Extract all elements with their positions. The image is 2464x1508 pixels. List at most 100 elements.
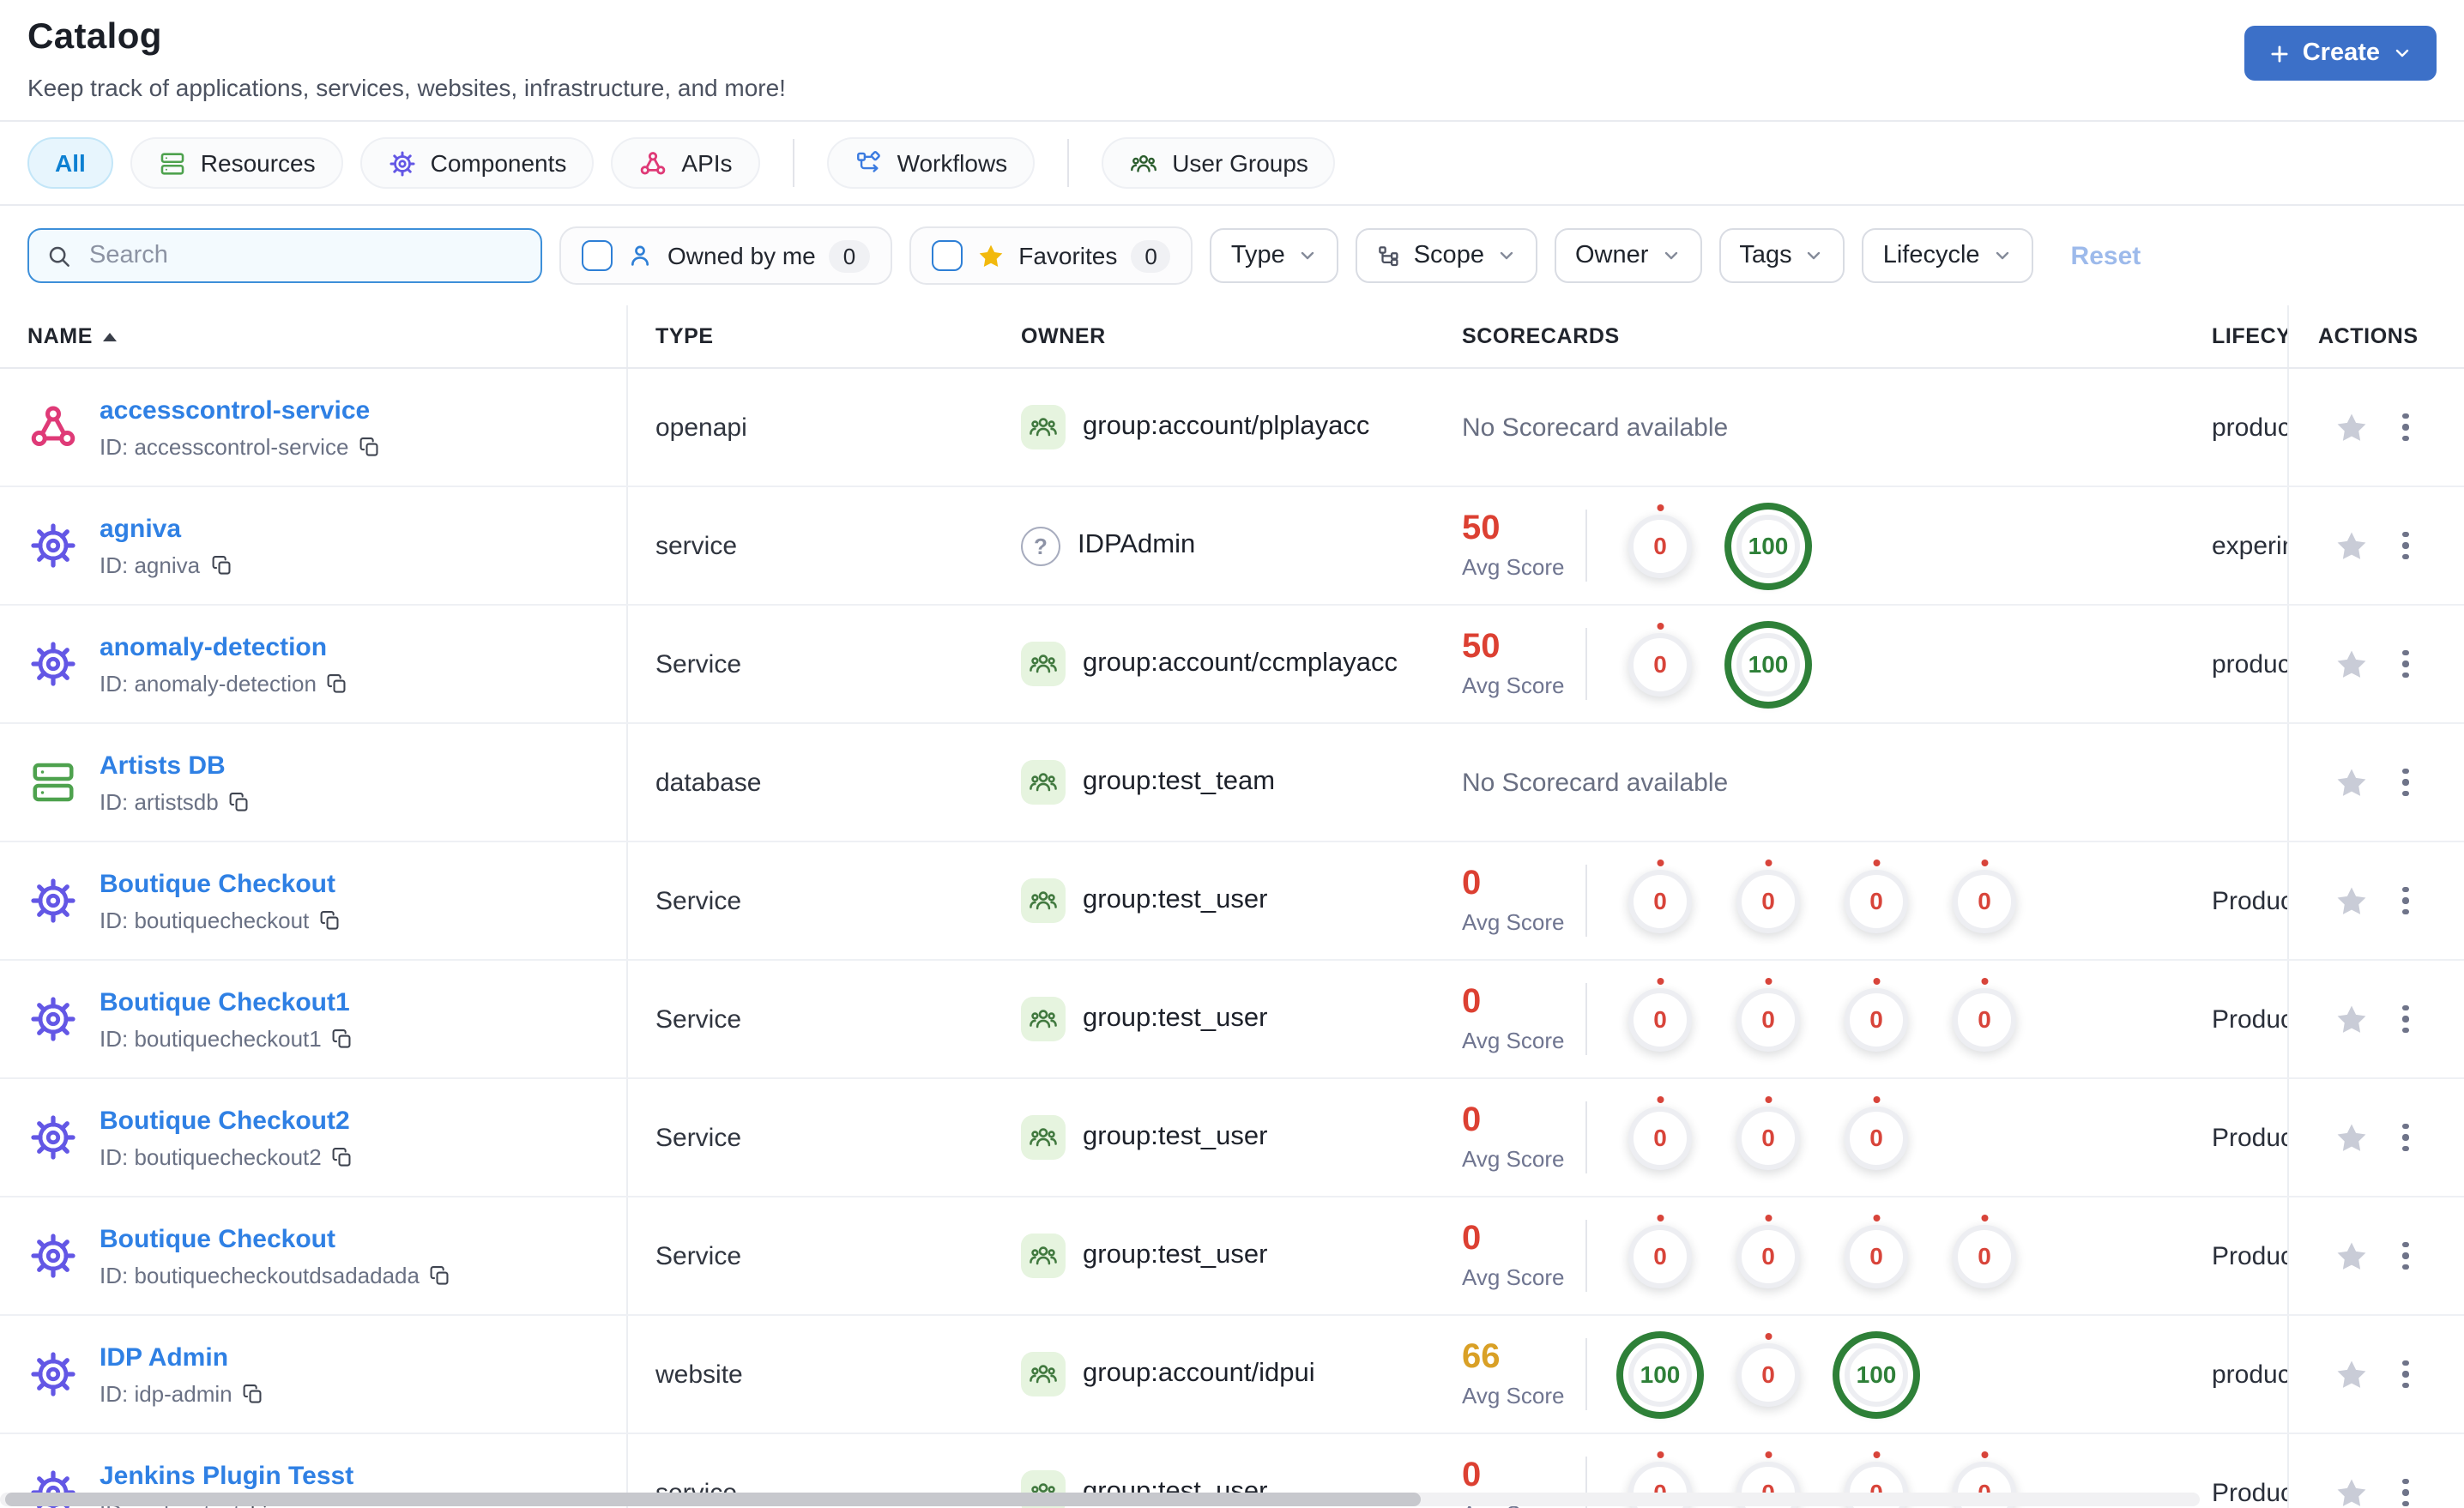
actions-cell [2287,1434,2464,1508]
scorecard-gauge[interactable]: 0 [1628,632,1692,696]
scorecard-gauge[interactable]: 100 [1736,514,1800,577]
favorite-star-button[interactable] [2334,1475,2370,1508]
entity-name-link[interactable]: Boutique Checkout [100,1224,452,1253]
entity-name-link[interactable]: Artists DB [100,751,251,780]
scorecard-gauge[interactable]: 0 [1628,1106,1692,1169]
sort-ascending-icon [103,332,118,341]
row-menu-button[interactable] [2399,647,2412,682]
entity-name-link[interactable]: accesscontrol-service [100,395,381,425]
scorecards-cell: 0 Avg Score 0 0 0 [1462,1079,2212,1196]
row-menu-button[interactable] [2399,765,2412,800]
row-menu-button[interactable] [2399,528,2412,564]
copy-icon[interactable] [430,1264,452,1286]
entity-name-link[interactable]: Boutique Checkout [100,869,341,898]
favorite-star-button[interactable] [2334,528,2370,564]
favorite-star-button[interactable] [2334,764,2370,800]
entity-name-link[interactable]: Boutique Checkout2 [100,1106,354,1135]
copy-icon[interactable] [332,1027,354,1049]
column-header-name[interactable]: NAME [0,305,628,367]
star-icon [2334,409,2370,445]
scorecard-gauge[interactable]: 0 [1628,514,1692,577]
copy-icon[interactable] [332,1145,354,1167]
favorite-star-button[interactable] [2334,409,2370,445]
owned-by-me-checkbox[interactable] [582,240,613,271]
favorite-star-button[interactable] [2334,883,2370,919]
scorecard-gauge[interactable]: 0 [1736,1342,1800,1406]
scorecard-gauge[interactable]: 0 [1628,1224,1692,1288]
tab-workflows-label: Workflows [897,149,1008,177]
tags-dropdown[interactable]: Tags [1718,228,1845,283]
scorecard-gauge[interactable]: 0 [1845,1106,1908,1169]
row-menu-button[interactable] [2399,884,2412,919]
scorecard-gauge[interactable]: 100 [1736,632,1800,696]
lifecycle-cell: experimental [2212,531,2287,560]
favorite-star-button[interactable] [2334,1119,2370,1155]
favorites-filter[interactable]: Favorites 0 [909,226,1193,285]
table-row: Boutique Checkout2 ID: boutiquecheckout2… [0,1079,2464,1197]
tab-workflows[interactable]: Workflows [826,137,1036,189]
scorecard-gauge[interactable]: 0 [1736,1106,1800,1169]
scorecard-gauge[interactable]: 0 [1736,987,1800,1051]
scorecard-gauge[interactable]: 0 [1736,869,1800,932]
avg-score-label: Avg Score [1462,1264,1565,1290]
scorecard-gauge[interactable]: 0 [1953,1224,2016,1288]
favorite-star-button[interactable] [2334,1238,2370,1274]
copy-icon[interactable] [327,672,349,694]
owner-dropdown[interactable]: Owner [1554,228,1702,283]
entity-name-link[interactable]: agniva [100,514,233,543]
search-input[interactable] [86,240,523,271]
scope-dropdown[interactable]: Scope [1355,228,1537,283]
scorecard-gauge[interactable]: 0 [1953,987,2016,1051]
score-divider [1585,1220,1587,1292]
type-dropdown[interactable]: Type [1210,228,1338,283]
scorecard-gauge[interactable]: 0 [1845,1224,1908,1288]
gear-icon [27,1348,79,1400]
scorecard-gauge[interactable]: 0 [1845,869,1908,932]
tab-user-groups[interactable]: User Groups [1102,137,1336,189]
scorecard-gauge[interactable]: 0 [1953,869,2016,932]
horizontal-scrollbar-thumb[interactable] [5,1493,1421,1506]
entity-owner: ? IDPAdmin [1021,487,1462,604]
avg-score-label: Avg Score [1462,1383,1565,1408]
copy-icon[interactable] [210,553,233,576]
lifecycle-cell: Production [2212,886,2287,915]
score-divider [1585,510,1587,582]
scorecard-gauge[interactable]: 0 [1736,1224,1800,1288]
tab-all[interactable]: All [27,137,113,189]
row-menu-button[interactable] [2399,1239,2412,1274]
row-menu-button[interactable] [2399,1357,2412,1392]
entity-name-link[interactable]: Jenkins Plugin Tesst [100,1461,353,1490]
favorite-star-button[interactable] [2334,646,2370,682]
avg-score-label: Avg Score [1462,1146,1565,1172]
star-icon [2334,528,2370,564]
copy-icon[interactable] [229,790,251,812]
copy-icon[interactable] [243,1382,265,1404]
lifecycle-dropdown[interactable]: Lifecycle [1862,228,2033,283]
owned-by-me-filter[interactable]: Owned by me 0 [559,226,892,285]
favorite-star-button[interactable] [2334,1001,2370,1037]
reset-filters-button[interactable]: Reset [2071,241,2141,270]
scorecard-gauge[interactable]: 100 [1845,1342,1908,1406]
create-button[interactable]: Create [2244,26,2437,81]
entity-id: ID: idp-admin [100,1380,265,1406]
entity-name-link[interactable]: anomaly-detection [100,632,349,661]
scorecard-gauge[interactable]: 0 [1845,987,1908,1051]
tab-apis[interactable]: APIs [611,137,760,189]
scorecard-gauge[interactable]: 0 [1628,869,1692,932]
entity-name-link[interactable]: IDP Admin [100,1342,265,1372]
row-menu-button[interactable] [2399,1002,2412,1037]
row-menu-button[interactable] [2399,1475,2412,1508]
favorites-checkbox[interactable] [931,240,963,271]
table-row: agniva ID: agniva service ? IDPAdmin 50 Av… [0,487,2464,606]
favorite-star-button[interactable] [2334,1356,2370,1392]
scorecard-gauge[interactable]: 0 [1628,987,1692,1051]
row-menu-button[interactable] [2399,1120,2412,1155]
copy-icon[interactable] [359,435,381,457]
tab-resources[interactable]: Resources [130,137,343,189]
copy-icon[interactable] [319,908,341,931]
entity-name-link[interactable]: Boutique Checkout1 [100,987,354,1016]
row-menu-button[interactable] [2399,410,2412,445]
tab-components[interactable]: Components [359,137,595,189]
scorecard-gauge[interactable]: 100 [1628,1342,1692,1406]
avg-score-label: Avg Score [1462,554,1565,580]
